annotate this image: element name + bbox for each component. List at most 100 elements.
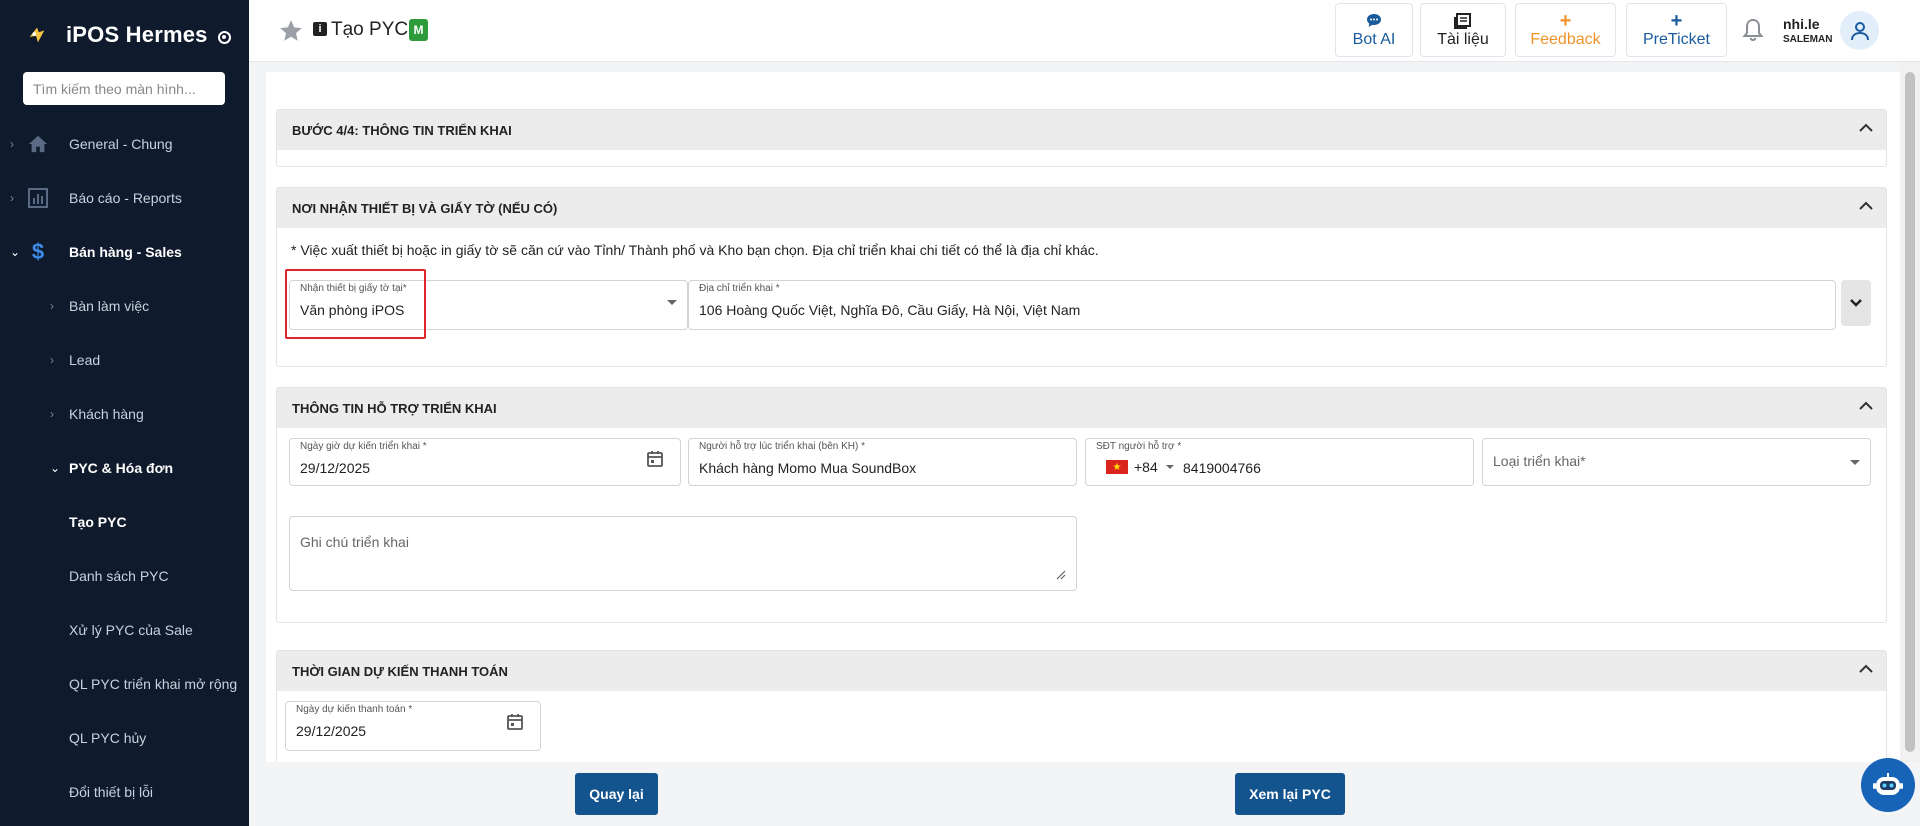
book-icon (1454, 12, 1472, 30)
review-pyc-button[interactable]: Xem lại PYC (1235, 773, 1345, 815)
page-title: Tạo PYC (331, 19, 409, 40)
chat-bubble-icon (1366, 12, 1382, 30)
chevron-up-icon[interactable] (1856, 196, 1876, 216)
field-label: SĐT người hỗ trợ * (1095, 441, 1183, 452)
section-title: THỜI GIAN DỰ KIẾN THANH TOÁN (292, 663, 508, 679)
brand[interactable]: iPOS Hermes (0, 0, 249, 70)
section-title: BƯỚC 4/4: THÔNG TIN TRIỂN KHAI (292, 122, 512, 138)
main-content: BƯỚC 4/4: THÔNG TIN TRIỂN KHAI NƠI NHẬN … (266, 72, 1900, 762)
support-section: THÔNG TIN HỖ TRỢ TRIỂN KHAI Ngày giờ dự … (276, 387, 1887, 623)
textarea-placeholder: Ghi chú triển khai (300, 534, 409, 550)
caret-down-icon[interactable] (1166, 465, 1174, 469)
user-name: nhi.le (1783, 16, 1820, 32)
step-section-header[interactable]: BƯỚC 4/4: THÔNG TIN TRIỂN KHAI (277, 110, 1886, 150)
dollar-icon: $ (31, 239, 45, 264)
sidebar-item-sales[interactable]: ⌄ $ Bán hàng - Sales (0, 225, 249, 279)
calendar-icon[interactable] (646, 450, 664, 468)
deploy-type-select[interactable]: Loại triển khai* (1482, 438, 1871, 486)
sidebar: iPOS Hermes › General - Chung › Báo cáo … (0, 0, 249, 826)
robot-icon (1873, 773, 1903, 795)
sidebar-item-extended-pyc[interactable]: QL PYC triển khai mở rộng (0, 657, 249, 711)
sidebar-item-general[interactable]: › General - Chung (0, 117, 249, 171)
sidebar-item-cancelled-pyc[interactable]: QL PYC hủy (0, 711, 249, 765)
chatbot-fab[interactable] (1861, 758, 1915, 812)
user-role: SALEMAN (1783, 34, 1833, 45)
field-label: Ngày giờ dự kiến triển khai * (299, 441, 428, 452)
support-section-header[interactable]: THÔNG TIN HỖ TRỢ TRIỂN KHAI (277, 388, 1886, 428)
radio-icon[interactable] (217, 30, 231, 44)
payment-date-field[interactable]: Ngày dự kiến thanh toán * 29/12/2025 (285, 701, 541, 751)
plus-icon: + (1559, 9, 1572, 32)
section-title: NƠI NHẬN THIẾT BỊ VÀ GIẤY TỜ (NẾU CÓ) (292, 200, 558, 216)
field-value: 29/12/2025 (300, 460, 371, 476)
vietnam-flag-icon[interactable]: ★ (1106, 460, 1128, 474)
hermes-logo-icon (29, 27, 45, 43)
sidebar-item-process-pyc[interactable]: Xử lý PYC của Sale (0, 603, 249, 657)
calendar-icon[interactable] (506, 713, 524, 731)
info-icon[interactable]: i (313, 22, 327, 36)
sidebar-item-label: Đổi thiết bị lỗi (69, 784, 154, 800)
payment-section-header[interactable]: THỜI GIAN DỰ KIẾN THANH TOÁN (277, 651, 1886, 691)
chevron-right-icon: › (10, 137, 14, 151)
sidebar-item-pyc-invoices[interactable]: ⌄ PYC & Hóa đơn (0, 441, 249, 495)
sidebar-item-lead[interactable]: › Lead (0, 333, 249, 387)
field-label: Ngày dự kiến thanh toán * (295, 704, 414, 715)
sidebar-nav: › General - Chung › Báo cáo - Reports ⌄ … (0, 117, 249, 819)
deploy-address-field[interactable]: Địa chỉ triển khai * 106 Hoàng Quốc Việt… (688, 280, 1836, 330)
chevron-down-icon: ⌄ (10, 245, 21, 259)
field-placeholder: Loại triển khai* (1493, 453, 1586, 469)
support-phone-field[interactable]: SĐT người hỗ trợ * ★ +84 8419004766 (1085, 438, 1474, 486)
sidebar-item-reports[interactable]: › Báo cáo - Reports (0, 171, 249, 225)
docs-button[interactable]: Tài liệu (1420, 3, 1506, 57)
step-section: BƯỚC 4/4: THÔNG TIN TRIỂN KHAI (276, 109, 1887, 167)
sidebar-item-label: Bàn làm việc (69, 298, 150, 314)
sidebar-item-label: General - Chung (69, 136, 173, 152)
highlight-box (285, 269, 426, 339)
bot-ai-label: Bot AI (1352, 30, 1396, 48)
scrollbar-thumb[interactable] (1905, 72, 1915, 752)
chevron-up-icon[interactable] (1856, 118, 1876, 138)
sidebar-item-label: QL PYC triển khai mở rộng (69, 676, 238, 692)
chevron-down-icon (1850, 299, 1862, 307)
chevron-up-icon[interactable] (1856, 396, 1876, 416)
expand-address-button[interactable] (1841, 280, 1871, 326)
feedback-button[interactable]: + Feedback (1515, 3, 1616, 57)
back-button[interactable]: Quay lại (575, 773, 658, 815)
support-person-field[interactable]: Người hỗ trợ lúc triển khai (bên KH) * K… (688, 438, 1077, 486)
sidebar-item-create-pyc[interactable]: Tạo PYC (0, 495, 249, 549)
preticket-button[interactable]: + PreTicket (1626, 3, 1727, 57)
chevron-right-icon: › (50, 353, 54, 367)
brand-name: iPOS Hermes (66, 22, 208, 47)
sidebar-item-label: Khách hàng (69, 406, 144, 422)
avatar[interactable] (1840, 11, 1879, 50)
deploy-note-textarea[interactable]: Ghi chú triển khai (289, 516, 1077, 591)
plus-icon: + (1670, 9, 1683, 32)
sidebar-item-workspace[interactable]: › Bàn làm việc (0, 279, 249, 333)
chevron-down-icon: ⌄ (50, 461, 61, 475)
sidebar-item-label: QL PYC hủy (69, 730, 147, 746)
sidebar-item-customers[interactable]: › Khách hàng (0, 387, 249, 441)
star-icon[interactable] (278, 18, 304, 44)
bot-ai-button[interactable]: Bot AI (1335, 3, 1413, 57)
sidebar-item-replace-device[interactable]: Đổi thiết bị lỗi (0, 765, 249, 819)
sidebar-item-label: PYC & Hóa đơn (69, 460, 174, 476)
chevron-up-icon[interactable] (1856, 659, 1876, 679)
chevron-right-icon: › (50, 407, 54, 421)
resize-handle-icon[interactable] (1056, 570, 1066, 580)
country-code[interactable]: +84 (1134, 459, 1158, 475)
deploy-date-field[interactable]: Ngày giờ dự kiến triển khai * 29/12/2025 (289, 438, 681, 486)
scrollbar[interactable] (1900, 62, 1920, 762)
receive-section: NƠI NHẬN THIẾT BỊ VÀ GIẤY TỜ (NẾU CÓ) * … (276, 187, 1887, 367)
sidebar-search-input[interactable] (23, 72, 225, 105)
chevron-right-icon: › (50, 299, 54, 313)
field-label: Địa chỉ triển khai * (698, 283, 781, 294)
field-label: Người hỗ trợ lúc triển khai (bên KH) * (698, 441, 866, 452)
receive-note: * Việc xuất thiết bị hoặc in giấy tờ sẽ … (291, 242, 1099, 258)
bell-icon[interactable] (1742, 18, 1764, 42)
home-icon (27, 133, 49, 155)
sidebar-item-pyc-list[interactable]: Danh sách PYC (0, 549, 249, 603)
field-value: 29/12/2025 (296, 723, 367, 739)
receive-section-header[interactable]: NƠI NHẬN THIẾT BỊ VÀ GIẤY TỜ (NẾU CÓ) (277, 188, 1886, 228)
sidebar-item-label: Lead (69, 352, 101, 368)
caret-down-icon (667, 300, 677, 305)
